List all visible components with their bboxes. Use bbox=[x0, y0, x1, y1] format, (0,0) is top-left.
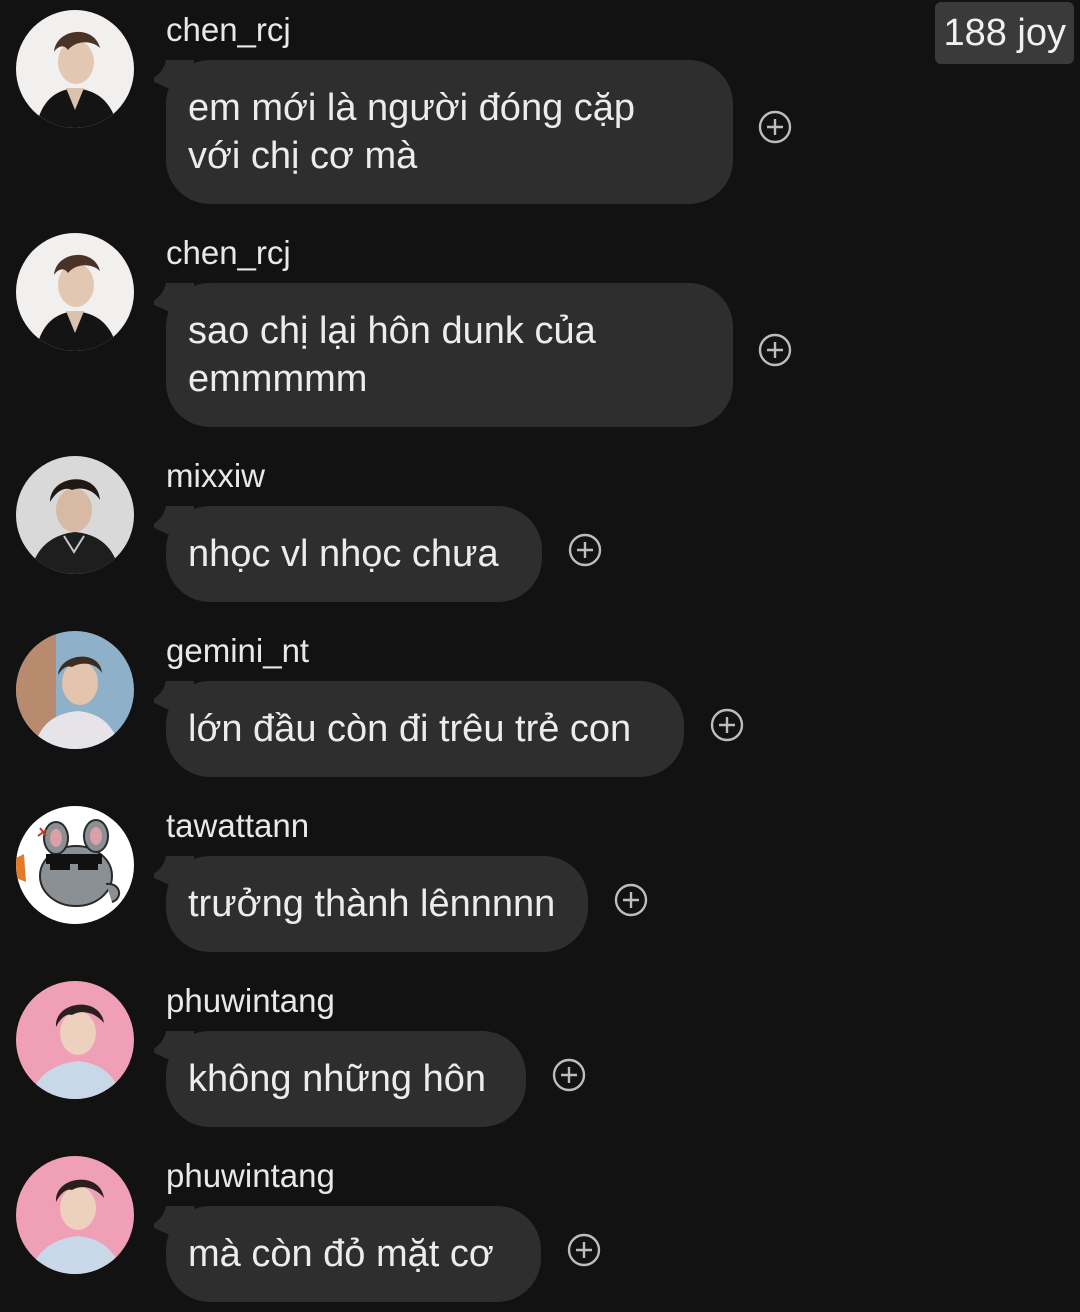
message-bubble[interactable]: sao chị lại hôn dunk của emmmmm bbox=[154, 283, 733, 427]
add-reaction-icon[interactable] bbox=[758, 110, 792, 144]
avatar[interactable] bbox=[16, 981, 134, 1099]
message-text: trưởng thành lênnnnn bbox=[188, 883, 556, 925]
chat-message: chen_rcj em mới là người đóng cặp với ch… bbox=[0, 10, 1080, 210]
avatar[interactable] bbox=[16, 233, 134, 351]
message-text: nhọc vl nhọc chưa bbox=[188, 533, 499, 575]
message-bubble[interactable]: nhọc vl nhọc chưa bbox=[154, 506, 542, 602]
username[interactable]: chen_rcj bbox=[166, 233, 291, 273]
chat-message: phuwintang mà còn đỏ mặt cơ bbox=[0, 1156, 1080, 1306]
add-reaction-icon[interactable] bbox=[758, 333, 792, 367]
message-bubble[interactable]: không những hôn bbox=[154, 1031, 526, 1127]
add-reaction-icon[interactable] bbox=[614, 883, 648, 917]
add-reaction-icon[interactable] bbox=[567, 1233, 601, 1267]
add-reaction-icon[interactable] bbox=[552, 1058, 586, 1092]
username[interactable]: mixxiw bbox=[166, 456, 265, 496]
message-text-line: emmmmm bbox=[188, 358, 368, 400]
message-text: không những hôn bbox=[188, 1058, 487, 1100]
message-bubble[interactable]: lớn đầu còn đi trêu trẻ con bbox=[154, 681, 684, 777]
avatar[interactable] bbox=[16, 456, 134, 574]
message-text-line: với chị cơ mà bbox=[188, 135, 418, 177]
message-bubble[interactable]: em mới là người đóng cặp với chị cơ mà bbox=[154, 60, 733, 204]
message-bubble[interactable]: trưởng thành lênnnnn bbox=[154, 856, 588, 952]
avatar[interactable] bbox=[16, 806, 134, 924]
chat-message: gemini_nt lớn đầu còn đi trêu trẻ con bbox=[0, 631, 1080, 781]
message-bubble[interactable]: mà còn đỏ mặt cơ bbox=[154, 1206, 541, 1302]
message-text: lớn đầu còn đi trêu trẻ con bbox=[188, 708, 632, 750]
message-text-line: sao chị lại hôn dunk của bbox=[188, 310, 596, 352]
add-reaction-icon[interactable] bbox=[710, 708, 744, 742]
username[interactable]: tawattann bbox=[166, 806, 309, 846]
chat-message: tawattann trưởng thành lênnnnn bbox=[0, 806, 1080, 956]
avatar[interactable] bbox=[16, 10, 134, 128]
username[interactable]: chen_rcj bbox=[166, 10, 291, 50]
avatar[interactable] bbox=[16, 1156, 134, 1274]
username[interactable]: gemini_nt bbox=[166, 631, 309, 671]
message-text: mà còn đỏ mặt cơ bbox=[188, 1233, 494, 1275]
chat-message: phuwintang không những hôn bbox=[0, 981, 1080, 1131]
chat-message: mixxiw nhọc vl nhọc chưa bbox=[0, 456, 1080, 606]
add-reaction-icon[interactable] bbox=[568, 533, 602, 567]
chat-message: chen_rcj sao chị lại hôn dunk của emmmmm bbox=[0, 233, 1080, 433]
username[interactable]: phuwintang bbox=[166, 1156, 335, 1196]
avatar[interactable] bbox=[16, 631, 134, 749]
username[interactable]: phuwintang bbox=[166, 981, 335, 1021]
message-text-line: em mới là người đóng cặp bbox=[188, 87, 636, 129]
